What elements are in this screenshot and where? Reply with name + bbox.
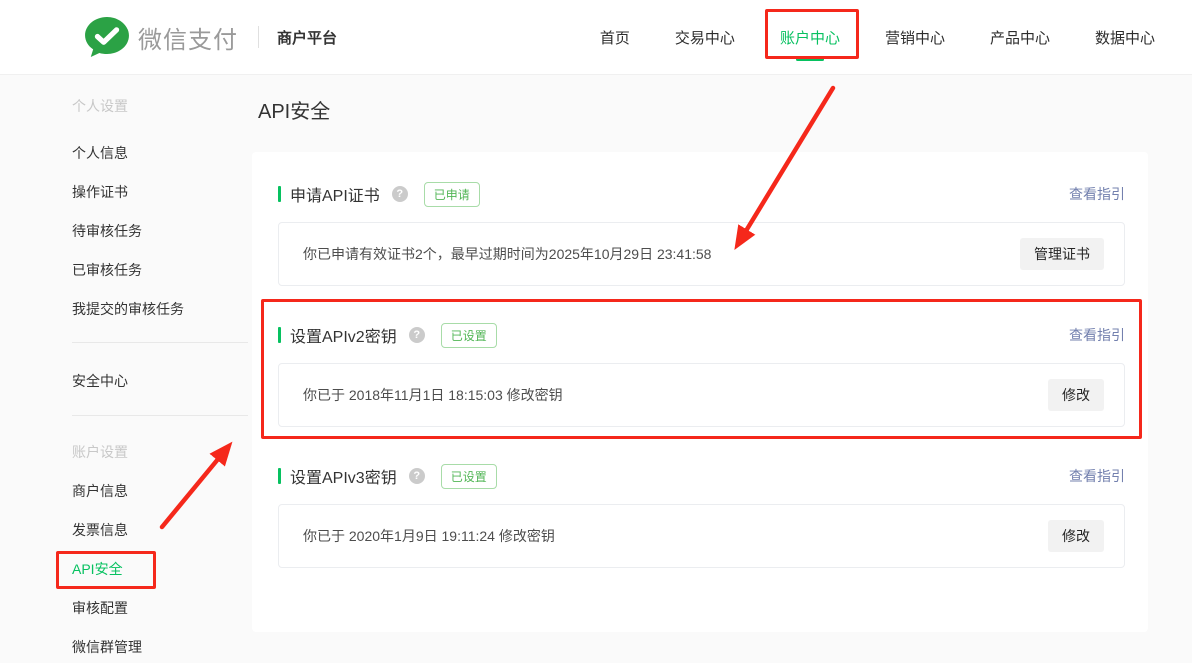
portal-name: 商户平台 [277, 27, 337, 48]
nav-item-product-center[interactable]: 产品中心 [990, 27, 1050, 48]
nav-item-transaction-center[interactable]: 交易中心 [675, 27, 735, 48]
top-nav: 首页 交易中心 账户中心 营销中心 产品中心 数据中心 [600, 27, 1155, 48]
sidebar-header-personal-settings: 个人设置 [0, 86, 252, 125]
status-badge-applied: 已申请 [424, 182, 480, 207]
sidebar-item-operation-certificate[interactable]: 操作证书 [0, 172, 252, 211]
apiv3-key-status-text: 你已于 2020年1月9日 19:11:24 修改密钥 [303, 526, 555, 546]
sidebar-item-api-security[interactable]: API安全 [0, 549, 252, 588]
section-header-apiv2-key: 设置APIv2密钥 ? 已设置 查看指引 [278, 322, 1125, 348]
logo-divider [258, 26, 259, 48]
top-header: 微信支付 商户平台 首页 交易中心 账户中心 营销中心 产品中心 数据中心 [0, 0, 1192, 75]
sidebar-item-wechat-group-management[interactable]: 微信群管理 [0, 627, 252, 663]
sidebar-divider [72, 415, 248, 416]
section-header-api-certificate: 申请API证书 ? 已申请 查看指引 [278, 181, 1125, 207]
nav-item-home[interactable]: 首页 [600, 27, 630, 48]
help-icon[interactable]: ? [409, 327, 425, 343]
apiv2-key-status-text: 你已于 2018年11月1日 18:15:03 修改密钥 [303, 385, 563, 405]
main-content: API安全 申请API证书 ? 已申请 查看指引 你已申请有效证书2个，最早过期… [252, 75, 1192, 663]
sidebar-item-my-submitted-tasks[interactable]: 我提交的审核任务 [0, 289, 252, 328]
apiv3-key-info-box: 你已于 2020年1月9日 19:11:24 修改密钥 修改 [278, 504, 1125, 568]
section-header-apiv3-key: 设置APIv3密钥 ? 已设置 查看指引 [278, 463, 1125, 489]
apiv2-key-info-box: 你已于 2018年11月1日 18:15:03 修改密钥 修改 [278, 363, 1125, 427]
sidebar-item-review-config[interactable]: 审核配置 [0, 588, 252, 627]
api-certificate-info-box: 你已申请有效证书2个，最早过期时间为2025年10月29日 23:41:58 管… [278, 222, 1125, 286]
nav-item-account-center[interactable]: 账户中心 [780, 27, 840, 48]
manage-certificate-button[interactable]: 管理证书 [1020, 238, 1104, 270]
certificate-status-text: 你已申请有效证书2个，最早过期时间为2025年10月29日 23:41:58 [303, 244, 711, 264]
sidebar-divider [72, 342, 248, 343]
view-guide-link[interactable]: 查看指引 [1069, 466, 1125, 486]
section-accent-bar [278, 468, 281, 484]
active-tab-underline [796, 58, 824, 61]
sidebar-item-merchant-info[interactable]: 商户信息 [0, 471, 252, 510]
sidebar: 个人设置 个人信息 操作证书 待审核任务 已审核任务 我提交的审核任务 安全中心… [0, 75, 252, 663]
wechat-pay-logo-icon [84, 16, 130, 58]
view-guide-link[interactable]: 查看指引 [1069, 325, 1125, 345]
api-security-card: 申请API证书 ? 已申请 查看指引 你已申请有效证书2个，最早过期时间为202… [252, 152, 1148, 632]
page-title: API安全 [252, 95, 1148, 124]
section-title: 设置APIv2密钥 [290, 323, 397, 347]
view-guide-link[interactable]: 查看指引 [1069, 184, 1125, 204]
sidebar-item-pending-review-tasks[interactable]: 待审核任务 [0, 211, 252, 250]
section-accent-bar [278, 327, 281, 343]
status-badge-set: 已设置 [441, 464, 497, 489]
section-accent-bar [278, 186, 281, 202]
nav-item-marketing-center[interactable]: 营销中心 [885, 27, 945, 48]
sidebar-item-security-center[interactable]: 安全中心 [0, 361, 252, 400]
help-icon[interactable]: ? [392, 186, 408, 202]
sidebar-item-reviewed-tasks[interactable]: 已审核任务 [0, 250, 252, 289]
section-title: 申请API证书 [290, 182, 380, 206]
brand-logo[interactable]: 微信支付 商户平台 [84, 16, 337, 58]
sidebar-item-personal-info[interactable]: 个人信息 [0, 133, 252, 172]
modify-apiv3-key-button[interactable]: 修改 [1048, 520, 1104, 552]
brand-name: 微信支付 [138, 20, 238, 55]
modify-apiv2-key-button[interactable]: 修改 [1048, 379, 1104, 411]
nav-item-data-center[interactable]: 数据中心 [1095, 27, 1155, 48]
section-title: 设置APIv3密钥 [290, 464, 397, 488]
sidebar-item-invoice-info[interactable]: 发票信息 [0, 510, 252, 549]
help-icon[interactable]: ? [409, 468, 425, 484]
sidebar-header-account-settings: 账户设置 [0, 432, 252, 471]
status-badge-set: 已设置 [441, 323, 497, 348]
